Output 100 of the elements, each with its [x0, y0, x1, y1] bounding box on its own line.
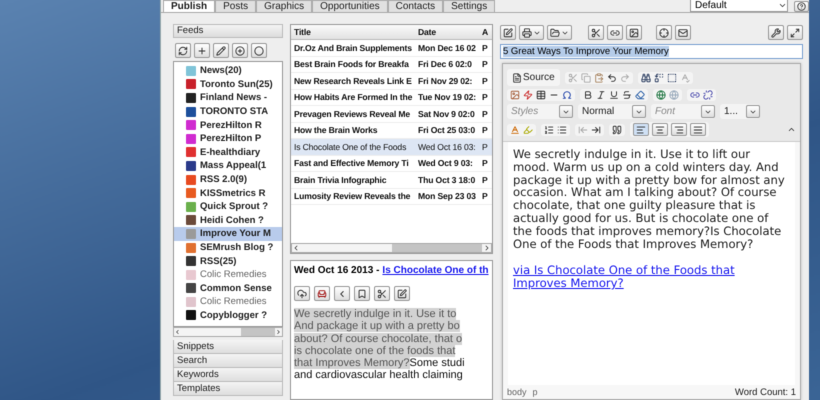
feed-item[interactable]: RSS(25): [174, 254, 282, 268]
feed-item[interactable]: News(20): [174, 64, 282, 78]
accordion-header[interactable]: Search: [173, 354, 283, 368]
feed-item[interactable]: PerezHilton P: [174, 132, 282, 146]
accordion-header[interactable]: Snippets: [173, 340, 283, 354]
cut-icon: [568, 72, 578, 82]
column-header[interactable]: A: [479, 27, 492, 37]
feed-item[interactable]: E-healthdiary: [174, 146, 282, 160]
table-cell-text: P: [481, 158, 489, 168]
indent-icon: [591, 124, 601, 134]
feed-item[interactable]: PerezHilton R: [174, 118, 282, 132]
caret-icon: [635, 108, 643, 116]
profile-dropdown[interactable]: Default: [690, 0, 788, 12]
align-right-button[interactable]: [671, 123, 687, 136]
tab[interactable]: Graphics: [256, 0, 312, 12]
format-dropdown[interactable]: Normal: [578, 104, 646, 119]
cut-button[interactable]: [588, 25, 604, 40]
table-row[interactable]: Best Brain Foods for Breakfa Fri Dec 6 02:0 P: [291, 56, 492, 73]
cloud-icon: [297, 288, 307, 298]
feed-item[interactable]: Common Sense: [174, 282, 282, 296]
table-row[interactable]: Is Chocolate One of the Foods Wed Oct 16 03: P: [291, 139, 492, 156]
help-button[interactable]: [794, 1, 809, 12]
format-dropdown[interactable]: 1...: [720, 104, 760, 119]
tab[interactable]: Opportunities: [312, 0, 388, 12]
back-button[interactable]: [334, 286, 350, 301]
feed-item[interactable]: Colic Remedies: [174, 295, 282, 309]
table-row[interactable]: How the Brain Works Fri Oct 25 03:0 P: [291, 122, 492, 139]
accordion-header[interactable]: Templates: [173, 382, 283, 396]
feed-item[interactable]: Copyblogger ?: [174, 308, 282, 322]
publish-button[interactable]: [294, 286, 310, 301]
numbered-list-icon: [544, 124, 554, 134]
sofa-button[interactable]: [314, 286, 330, 301]
table-cell-text: Prevagen Reviews Reveal Me: [293, 108, 412, 119]
document-icon: [512, 72, 522, 82]
bookmark-button[interactable]: [354, 286, 370, 301]
link-button[interactable]: [607, 25, 623, 40]
accordion-header[interactable]: Keywords: [173, 368, 283, 382]
expand-button[interactable]: [787, 25, 803, 40]
tools-button[interactable]: [768, 25, 784, 40]
open-button[interactable]: [547, 25, 572, 40]
cut-button[interactable]: [374, 286, 390, 301]
title-field[interactable]: 5 Great Ways To Improve Your Memory: [500, 44, 803, 59]
feed-item[interactable]: TORONTO STA: [174, 104, 282, 118]
feed-item[interactable]: Quick Sprout ?: [174, 200, 282, 214]
body-text: We secretly indulge in it. Use it to lift our mood. Warm us up on a cold winters day. And package it up with a pretty bow for almost any occasion. What am I talking about? Of course chocolate, that one guilty pleasure that is actually good for us. But is chocolate one of the foods that improves memory?Is Chocolate One of the Foods that Improves Memory?: [513, 148, 786, 250]
table-cell-text: Best Brain Foods for Breakfa: [293, 59, 410, 70]
justify-button[interactable]: [690, 123, 706, 136]
feed-item[interactable]: Mass Appeal(1: [174, 159, 282, 173]
bullet-list-icon: [557, 124, 567, 134]
column-header[interactable]: Title: [291, 27, 415, 37]
tab[interactable]: Publish: [163, 0, 216, 12]
feed-item[interactable]: Toronto Sun(25): [174, 78, 282, 92]
edit-button[interactable]: [213, 43, 229, 58]
caret-icon: [749, 108, 757, 116]
table-cell-text: P: [481, 59, 489, 70]
scrollbar[interactable]: [173, 327, 283, 337]
edit-button[interactable]: [500, 25, 516, 40]
text-color-icon: [510, 124, 520, 134]
caret-icon: [533, 28, 541, 36]
element-path[interactable]: body: [507, 387, 527, 397]
word-count: Word Count: 1: [734, 386, 796, 398]
align-left-button[interactable]: [633, 123, 649, 136]
feed-name: Common Sense: [200, 282, 272, 294]
align-center-icon: [655, 124, 665, 134]
edit-button[interactable]: [394, 286, 410, 301]
tab[interactable]: Contacts: [388, 0, 444, 12]
tab[interactable]: Settings: [443, 0, 496, 12]
align-left-icon: [636, 124, 646, 134]
post-text: We secretly indulge in it. Use it to And package it up with a pretty bo about? Of course chocolate, that o is chocolate one of the foods that that Improves Memory?Some studi and cardiovascular health claiming: [294, 308, 466, 382]
scrollbar[interactable]: [291, 243, 492, 253]
scroll-right-icon: [275, 328, 282, 336]
table-row[interactable]: Lumosity Review Reveals the Mon Sep 23 03 P: [291, 188, 492, 205]
mail-button[interactable]: [675, 25, 691, 40]
feed-name: Mass Appeal(1: [200, 160, 266, 172]
scissors-icon: [377, 288, 387, 298]
image-button[interactable]: [626, 25, 642, 40]
refresh-button[interactable]: [175, 43, 191, 58]
column-header[interactable]: Date: [415, 27, 479, 37]
table-row[interactable]: How Habits Are Formed In the Tue Nov 19 02: P: [291, 90, 492, 106]
post-link[interactable]: Is Chocolate One of th: [382, 265, 489, 276]
print-button[interactable]: [519, 25, 544, 40]
feed-item[interactable]: Finland News -: [174, 91, 282, 105]
table-row[interactable]: Fast and Effective Memory Ti Wed Oct 9 03: P: [291, 156, 492, 172]
table-cell-text: Thu Oct 3 18:0: [417, 174, 476, 185]
feed-item[interactable]: RSS 2.0(9): [174, 172, 282, 186]
align-center-button[interactable]: [652, 123, 668, 136]
feed-item[interactable]: Heidi Cohen ?: [174, 214, 282, 228]
add-circle-button[interactable]: [232, 43, 248, 58]
justify-icon: [693, 124, 703, 134]
tab[interactable]: Posts: [215, 0, 256, 12]
feed-item[interactable]: KISSmetrics R: [174, 186, 282, 200]
feed-item[interactable]: SEMrush Blog ?: [174, 240, 282, 254]
table-cell-text: P: [481, 125, 489, 136]
element-path[interactable]: p: [532, 387, 538, 397]
circle-button[interactable]: [251, 43, 267, 58]
target-button[interactable]: [656, 25, 672, 40]
add-button[interactable]: [194, 43, 210, 58]
source-link[interactable]: via Is Chocolate One of the Foods that Improves Memory?: [513, 264, 790, 290]
feed-item[interactable]: Improve Your M: [174, 227, 282, 241]
feed-item[interactable]: Colic Remedies: [174, 268, 282, 282]
